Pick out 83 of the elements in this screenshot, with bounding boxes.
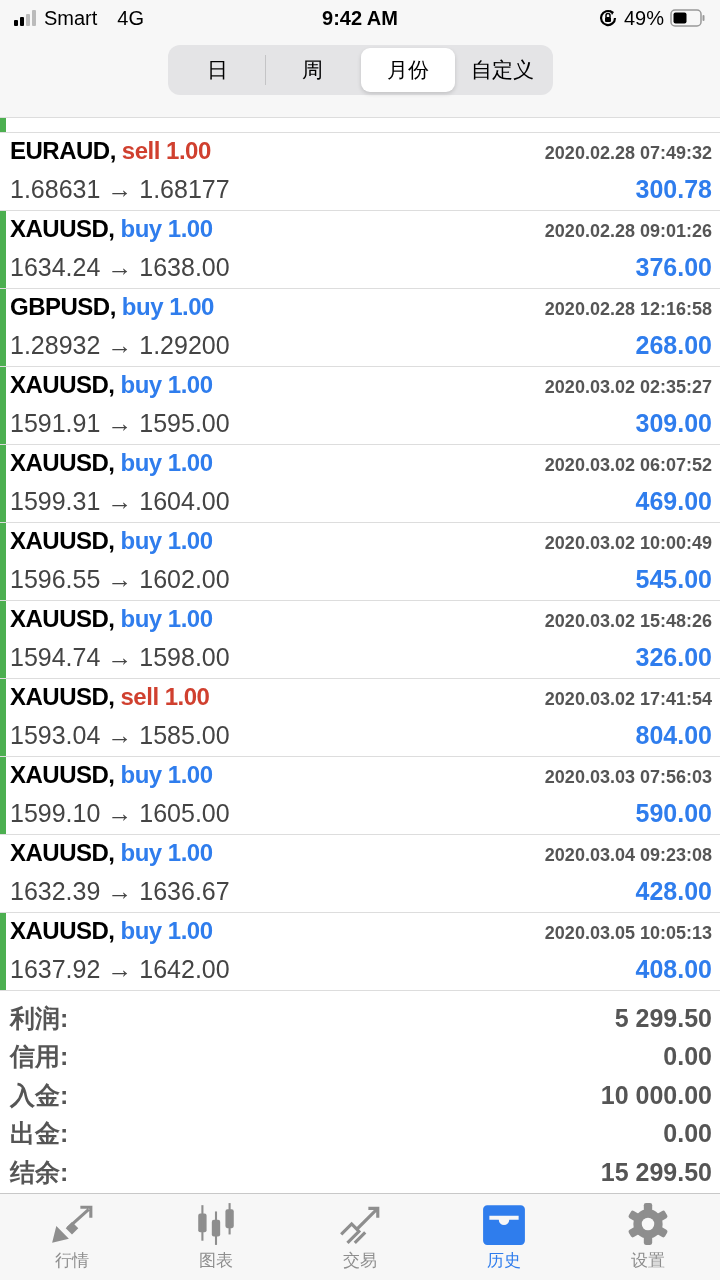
nav-tab[interactable]: 设置 [576,1194,720,1280]
deal-type: sell 1.00 [120,683,210,711]
deal-profit: 376.00 [635,253,712,282]
deal-time: 2020.03.03 07:56:03 [544,767,712,788]
deal-type: buy 1.00 [120,761,213,789]
summary-value: 5 299.50 [614,1003,712,1033]
battery-percent: 49% [623,6,664,30]
deal-time: 2020.03.05 10:05:13 [544,923,712,944]
inbox-tray-icon [481,1202,527,1245]
deal-prices: 1634.24 → 1638.00 [10,253,230,282]
period-tab[interactable]: 月份 [360,48,455,92]
deal-type: buy 1.00 [120,215,213,243]
deal-prices: 1599.31 → 1604.00 [10,487,230,516]
deal-profit: 590.00 [635,799,712,828]
deal-time: 2020.03.02 02:35:27 [544,377,712,398]
deal-profit: 300.78 [635,175,712,204]
summary-value: 10 000.00 [600,1080,712,1110]
nav-tab[interactable]: 交易 [288,1194,432,1280]
summary-label: 结余: [10,1156,69,1188]
summary-label: 出金: [10,1118,69,1150]
deal-prices: 1632.39 → 1636.67 [10,877,230,906]
nav-tab[interactable]: 图表 [144,1194,288,1280]
deal-symbol: XAUUSD, [10,605,115,633]
rotation-lock-icon [597,8,618,28]
deal-prices: 1.68631 → 1.68177 [10,175,230,204]
deal-profit: 309.00 [635,409,712,438]
summary-label: 利润: [10,1002,69,1034]
deal-symbol: XAUUSD, [10,761,115,789]
deal-profit: 408.00 [635,955,712,984]
deal-type: sell 1.00 [121,137,211,165]
deal-profit: 268.00 [635,331,712,360]
deal-profit: 428.00 [635,877,712,906]
deal-symbol: XAUUSD, [10,683,115,711]
deal-symbol: XAUUSD, [10,527,115,555]
deal-time: 2020.03.02 17:41:54 [544,689,712,710]
carrier-name: Smart [44,6,98,30]
summary-value: 15 299.50 [600,1157,712,1187]
deal-type: buy 1.00 [120,527,213,555]
deal-type: buy 1.00 [120,371,213,399]
summary-value: 0.00 [663,1119,712,1149]
summary-value: 0.00 [663,1042,712,1072]
deal-time: 2020.03.04 09:23:08 [544,845,712,866]
battery-icon [670,9,706,27]
signal-icon [14,10,36,26]
deal-prices: 1637.92 → 1642.00 [10,955,230,984]
deal-symbol: GBPUSD, [10,293,116,321]
deal-prices: 1594.74 → 1598.00 [10,643,230,672]
deal-profit: 469.00 [635,487,712,516]
deal-profit: 545.00 [635,565,712,594]
deal-time: 2020.02.28 09:01:26 [544,221,712,242]
deal-symbol: XAUUSD, [10,917,115,945]
deal-symbol: XAUUSD, [10,449,115,477]
deal-type: buy 1.00 [120,449,213,477]
deal-symbol: XAUUSD, [10,371,115,399]
deal-type: buy 1.00 [121,293,214,321]
network-type: 4G [117,6,145,30]
summary-label: 信用: [10,1041,69,1073]
deal-prices: 1599.10 → 1605.00 [10,799,230,828]
deal-time: 2020.02.28 12:16:58 [544,299,712,320]
clock-time: 9:42 AM [322,6,398,30]
nav-tab[interactable]: 行情 [0,1194,144,1280]
deal-time: 2020.02.28 07:49:32 [544,143,712,164]
deal-type: buy 1.00 [120,839,213,867]
row-marker [0,118,6,132]
deal-profit: 804.00 [635,721,712,750]
deal-time: 2020.03.02 06:07:52 [544,455,712,476]
period-tab[interactable]: 周 [265,48,360,92]
deal-symbol: XAUUSD, [10,839,115,867]
deal-symbol: EURAUD, [10,137,116,165]
deal-prices: 1596.55 → 1602.00 [10,565,230,594]
deal-symbol: XAUUSD, [10,215,115,243]
deal-type: buy 1.00 [120,605,213,633]
deal-time: 2020.03.02 10:00:49 [544,533,712,554]
deal-type: buy 1.00 [120,917,213,945]
summary-label: 入金: [10,1079,69,1111]
period-tab[interactable]: 日 [170,48,265,92]
nav-tab[interactable]: 历史 [432,1194,576,1280]
deal-time: 2020.03.02 15:48:26 [544,611,712,632]
deal-prices: 1591.91 → 1595.00 [10,409,230,438]
deal-prices: 1.28932 → 1.29200 [10,331,230,360]
deal-profit: 326.00 [635,643,712,672]
deal-prices: 1593.04 → 1585.00 [10,721,230,750]
period-tab[interactable]: 自定义 [455,48,550,92]
